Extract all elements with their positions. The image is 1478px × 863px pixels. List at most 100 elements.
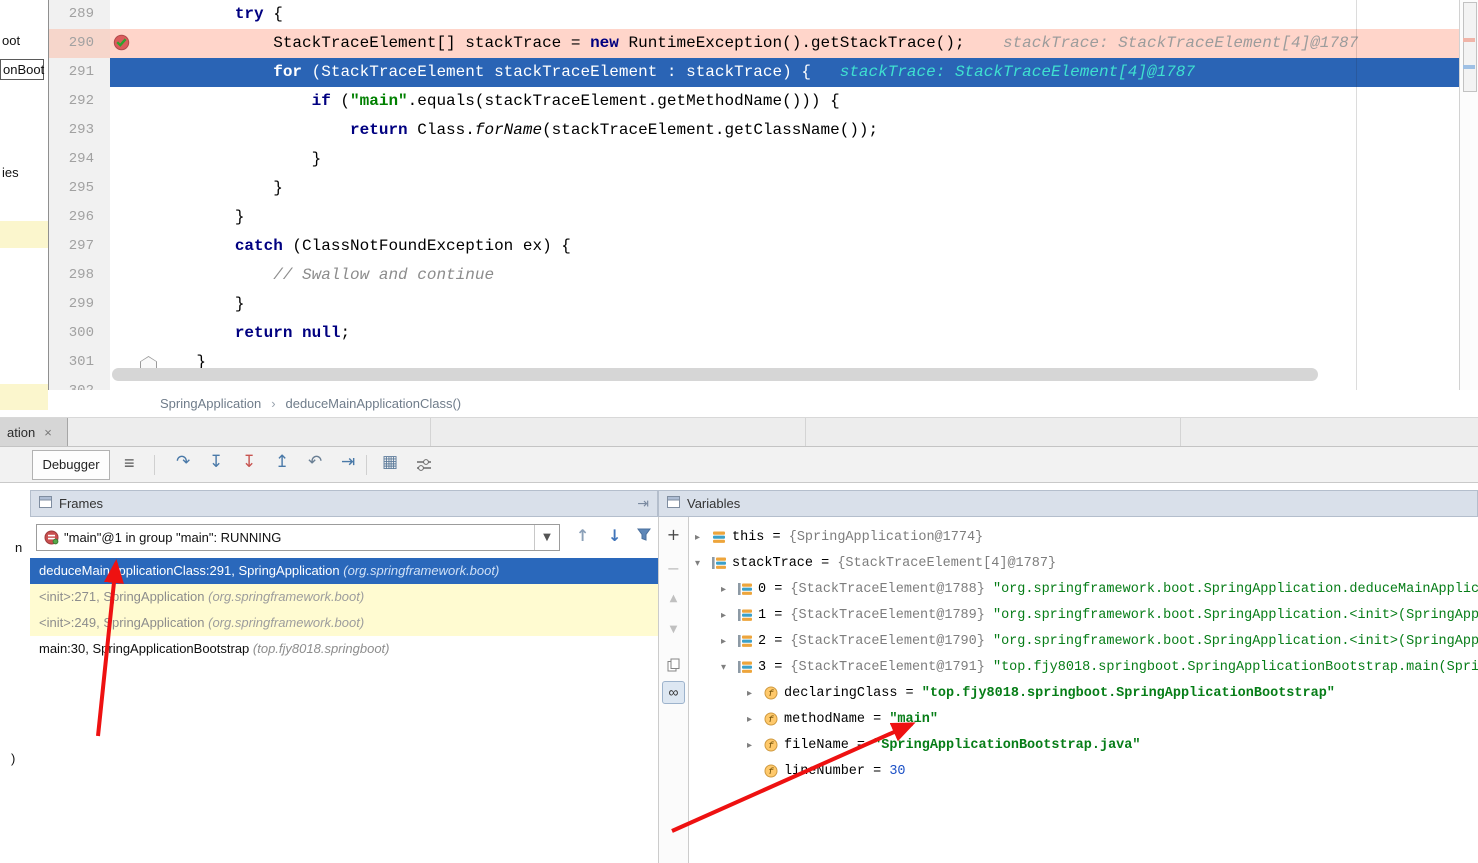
tab-debugger[interactable]: Debugger: [32, 450, 110, 480]
variable-row[interactable]: ▸ffileName = "SpringApplicationBootstrap…: [689, 732, 1478, 758]
step-over-icon[interactable]: ↷: [176, 452, 190, 472]
gutter-icons[interactable]: [110, 116, 158, 145]
line-number[interactable]: 299: [48, 290, 110, 319]
variable-row[interactable]: ▾3 = {StackTraceElement@1791} "top.fjy80…: [689, 654, 1478, 680]
chevron-down-icon[interactable]: ▼: [534, 525, 559, 550]
line-number[interactable]: 295: [48, 174, 110, 203]
line-number[interactable]: 301: [48, 348, 110, 377]
hide-panel-icon[interactable]: ⇥: [637, 496, 649, 512]
line-number[interactable]: 302: [48, 377, 110, 390]
code-text[interactable]: }: [158, 145, 321, 174]
layout-settings-icon[interactable]: [416, 457, 432, 477]
debug-session-tab[interactable]: ation ×: [0, 418, 68, 446]
run-to-cursor-icon[interactable]: ⇥: [341, 452, 355, 472]
horizontal-scrollbar[interactable]: [112, 368, 1318, 381]
line-number[interactable]: 294: [48, 145, 110, 174]
code-text[interactable]: }: [158, 203, 244, 232]
code-text[interactable]: return Class.forName(stackTraceElement.g…: [158, 116, 878, 145]
chevron-right-icon[interactable]: ▸: [721, 636, 738, 647]
add-watch-icon[interactable]: +: [659, 525, 688, 544]
line-number[interactable]: 298: [48, 261, 110, 290]
scrollbar-thumb[interactable]: [1463, 2, 1477, 92]
drop-frame-icon[interactable]: ↶: [308, 452, 322, 472]
code-text[interactable]: }: [158, 174, 283, 203]
project-tree-item[interactable]: ies: [2, 165, 19, 180]
move-up-icon[interactable]: ▲: [659, 593, 688, 604]
code-text[interactable]: catch (ClassNotFoundException ex) {: [158, 232, 571, 261]
view-breakpoints-icon[interactable]: ▦: [382, 452, 398, 472]
code-text[interactable]: // Swallow and continue: [158, 261, 494, 290]
code-text[interactable]: return null;: [158, 319, 350, 348]
variable-row[interactable]: ▸0 = {StackTraceElement@1788} "org.sprin…: [689, 576, 1478, 602]
stack-frame-row[interactable]: <init>:249, SpringApplication (org.sprin…: [30, 610, 658, 636]
gutter-icons[interactable]: [110, 319, 158, 348]
duplicate-icon[interactable]: [659, 657, 688, 676]
line-number[interactable]: 292: [48, 87, 110, 116]
variable-row[interactable]: ▸this = {SpringApplication@1774}: [689, 524, 1478, 550]
line-number[interactable]: 297: [48, 232, 110, 261]
stack-frame-row[interactable]: <init>:271, SpringApplication (org.sprin…: [30, 584, 658, 610]
debugger-window: 289 try { 290 StackTraceElement[] stackTr…: [0, 0, 1478, 863]
code-text[interactable]: StackTraceElement[] stackTrace = new Run…: [158, 29, 1358, 58]
breakpoint-icon[interactable]: [113, 34, 130, 51]
variable-name: 2: [758, 634, 766, 649]
breakpoint-stripe-mark[interactable]: [1463, 38, 1475, 42]
chevron-down-icon[interactable]: ▾: [721, 662, 738, 673]
chevron-right-icon[interactable]: ▸: [695, 532, 712, 543]
gutter-icons[interactable]: [110, 145, 158, 174]
project-tree-item[interactable]: oot: [2, 33, 20, 48]
variable-row[interactable]: flineNumber = 30: [689, 758, 1478, 784]
line-number[interactable]: 293: [48, 116, 110, 145]
gutter-icons[interactable]: [110, 174, 158, 203]
chevron-right-icon[interactable]: ▸: [721, 584, 738, 595]
step-into-icon[interactable]: ↧: [209, 452, 223, 472]
gutter-icons[interactable]: [110, 58, 158, 87]
gutter-icons[interactable]: [110, 29, 158, 58]
project-tree-item[interactable]: onBoot: [0, 59, 44, 80]
gutter-icons[interactable]: [110, 203, 158, 232]
chevron-down-icon[interactable]: ▾: [695, 558, 712, 569]
execution-stripe-mark[interactable]: [1463, 65, 1475, 69]
variable-row[interactable]: ▸fdeclaringClass = "top.fjy8018.springbo…: [689, 680, 1478, 706]
previous-frame-icon[interactable]: ↑: [576, 526, 589, 545]
line-number[interactable]: 296: [48, 203, 110, 232]
breadcrumb-method[interactable]: deduceMainApplicationClass(): [286, 396, 462, 411]
line-number[interactable]: 289: [48, 0, 110, 29]
step-out-icon[interactable]: ↥: [275, 452, 289, 472]
line-number[interactable]: 291: [48, 58, 110, 87]
stack-frame-row[interactable]: main:30, SpringApplicationBootstrap (top…: [30, 636, 658, 662]
array-icon: [738, 608, 758, 622]
force-step-into-icon[interactable]: ↧: [242, 452, 256, 472]
chevron-right-icon[interactable]: ▸: [721, 610, 738, 621]
chevron-right-icon[interactable]: ▸: [747, 740, 764, 751]
remove-watch-icon[interactable]: −: [659, 559, 688, 578]
code-text[interactable]: try {: [158, 0, 283, 29]
gutter-icons[interactable]: [110, 290, 158, 319]
code-text[interactable]: for (StackTraceElement stackTraceElement…: [158, 58, 1195, 87]
variable-row[interactable]: ▾stackTrace = {StackTraceElement[4]@1787…: [689, 550, 1478, 576]
breadcrumb-class[interactable]: SpringApplication: [160, 396, 261, 411]
close-tab-icon[interactable]: ×: [44, 425, 52, 440]
editor-scrollbar[interactable]: [1459, 0, 1478, 390]
thread-selector[interactable]: "main"@1 in group "main": RUNNING ▼: [36, 524, 560, 551]
move-down-icon[interactable]: ▼: [659, 624, 688, 635]
show-watches-toggle[interactable]: ∞: [662, 681, 685, 704]
variable-row[interactable]: ▸fmethodName = "main": [689, 706, 1478, 732]
stack-frame-row[interactable]: deduceMainApplicationClass:291, SpringAp…: [30, 558, 658, 584]
gutter-icons[interactable]: [110, 87, 158, 116]
line-number[interactable]: 300: [48, 319, 110, 348]
gutter-icons[interactable]: [110, 261, 158, 290]
variable-row[interactable]: ▸2 = {StackTraceElement@1790} "org.sprin…: [689, 628, 1478, 654]
chevron-right-icon[interactable]: ▸: [747, 688, 764, 699]
hide-library-frames-icon[interactable]: [637, 528, 651, 546]
chevron-right-icon[interactable]: ▸: [747, 714, 764, 725]
menu-icon[interactable]: ≡: [124, 453, 135, 474]
code-text[interactable]: }: [158, 290, 244, 319]
variable-row[interactable]: ▸1 = {StackTraceElement@1789} "org.sprin…: [689, 602, 1478, 628]
next-frame-icon[interactable]: ↓: [608, 526, 621, 545]
gutter-icons[interactable]: [110, 0, 158, 29]
line-number[interactable]: 290: [48, 29, 110, 58]
code-text[interactable]: if ("main".equals(stackTraceElement.getM…: [158, 87, 840, 116]
variable-name: 1: [758, 608, 766, 623]
gutter-icons[interactable]: [110, 232, 158, 261]
